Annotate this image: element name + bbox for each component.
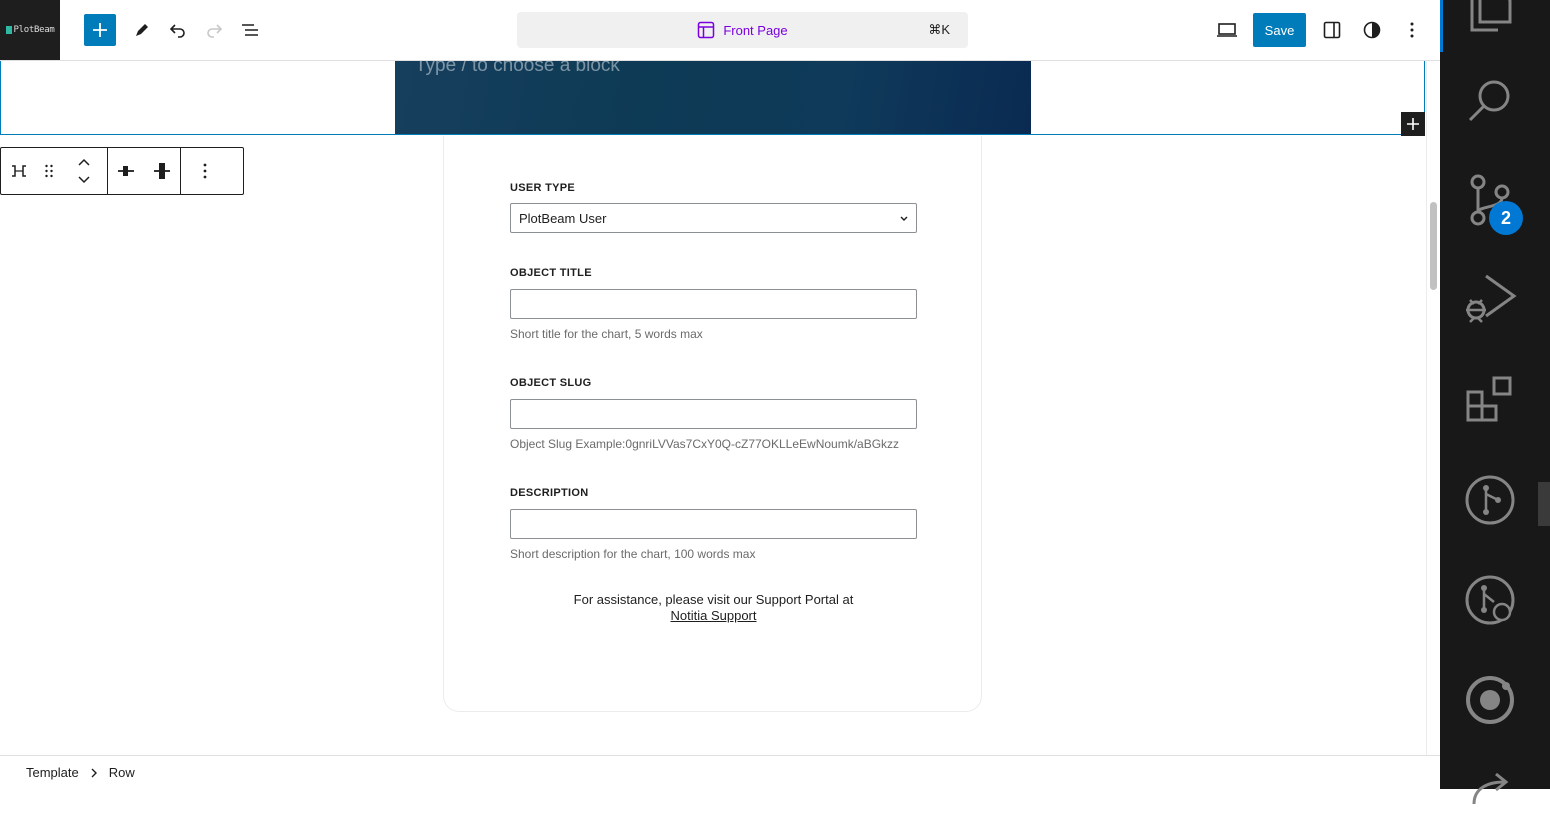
assistance-note: For assistance, please visit our Support… [444, 592, 983, 624]
block-toolbar-group-move [1, 148, 108, 194]
cover-block[interactable]: Type / to choose a block [395, 61, 1031, 134]
breadcrumb-item-row[interactable]: Row [109, 765, 135, 780]
files-icon [1470, 0, 1512, 32]
object-title-help: Short title for the chart, 5 words max [510, 327, 703, 341]
document-overview-button[interactable] [234, 14, 266, 46]
justify-left-button[interactable] [108, 148, 144, 194]
layout-icon [698, 21, 715, 39]
user-type-value: PlotBeam User [519, 210, 607, 226]
block-options-button[interactable] [181, 148, 229, 194]
document-title-text: Front Page [723, 22, 788, 38]
undo-button[interactable] [162, 14, 194, 46]
pencil-icon [136, 24, 148, 36]
row-icon [12, 165, 26, 177]
object-title-input[interactable] [510, 289, 917, 319]
run-debug-icon [1466, 274, 1517, 323]
block-toolbar-group-justify [108, 148, 181, 194]
command-shortcut: ⌘K [928, 22, 950, 37]
editor-header: PlotBeam Front Page ⌘K Save [0, 0, 1440, 61]
settings-sidebar-button[interactable] [1316, 14, 1348, 46]
selected-row-block[interactable]: Type / to choose a block [0, 61, 1425, 135]
active-indicator [1440, 0, 1443, 52]
canvas-scrollbar[interactable] [1426, 61, 1440, 755]
desktop-icon [1217, 23, 1237, 37]
block-inserter-button[interactable] [84, 14, 116, 46]
ionic-button[interactable] [1462, 672, 1518, 728]
description-label: DESCRIPTION [510, 487, 589, 499]
chevron-up-icon[interactable] [77, 158, 91, 168]
more-vertical-icon [203, 163, 207, 179]
canvas-scrollbar-thumb[interactable] [1430, 202, 1437, 290]
contrast-icon [1363, 21, 1381, 39]
run-debug-button[interactable] [1462, 270, 1518, 326]
plus-icon [1407, 118, 1419, 130]
plus-icon [93, 23, 107, 37]
search-button[interactable] [1462, 72, 1518, 128]
styles-button[interactable] [1356, 14, 1388, 46]
site-logo-mark [5, 26, 12, 34]
breadcrumb: Template Row [0, 755, 1440, 789]
cover-placeholder[interactable]: Type / to choose a block [415, 61, 620, 77]
more-vertical-icon [1410, 22, 1414, 38]
move-buttons [61, 148, 107, 194]
search-icon [1468, 80, 1510, 122]
breadcrumb-item-template[interactable]: Template [26, 765, 79, 780]
justify-left-icon [118, 166, 134, 176]
user-type-select[interactable]: PlotBeam User [510, 203, 917, 233]
block-toolbar [0, 147, 244, 195]
row-transform-button[interactable] [1, 148, 37, 194]
site-logo-text: PlotBeam [13, 25, 55, 35]
object-title-label: OBJECT TITLE [510, 267, 592, 279]
command-palette-bar[interactable]: Front Page ⌘K [517, 12, 968, 48]
activity-scrollbar[interactable] [1538, 482, 1550, 526]
extensions-button[interactable] [1462, 372, 1518, 428]
share-icon [1472, 772, 1509, 805]
submission-form-card: USER TYPE PlotBeam User OBJECT TITLE Sho… [443, 136, 982, 712]
git-graph-icon [1465, 475, 1515, 525]
object-slug-help: Object Slug Example:0gnriLVVas7CxY0Q-cZ7… [510, 437, 900, 451]
ionic-icon [1466, 676, 1514, 724]
chevron-right-icon [91, 768, 97, 777]
block-toolbar-group-options [181, 148, 229, 194]
save-button[interactable]: Save [1253, 13, 1306, 47]
redo-icon [207, 24, 223, 38]
drag-handle[interactable] [37, 148, 61, 194]
source-control-badge: 2 [1489, 201, 1523, 235]
preview-button[interactable] [1211, 14, 1243, 46]
align-center-icon [154, 163, 170, 179]
description-input[interactable] [510, 509, 917, 539]
sidebar-icon [1323, 21, 1341, 39]
activity-bar: 2 [1440, 0, 1550, 805]
git-history-button[interactable] [1462, 572, 1518, 628]
support-link[interactable]: Notitia Support [671, 608, 757, 623]
chevron-down-icon[interactable] [77, 174, 91, 184]
list-view-icon [242, 24, 258, 36]
remote-button[interactable] [1462, 762, 1518, 818]
git-graph-button[interactable] [1462, 472, 1518, 528]
object-slug-label: OBJECT SLUG [510, 377, 592, 389]
site-icon-button[interactable]: PlotBeam [0, 0, 60, 60]
explorer-button[interactable] [1462, 0, 1518, 40]
document-title: Front Page [697, 21, 788, 39]
vertical-alignment-button[interactable] [144, 148, 180, 194]
redo-button[interactable] [198, 14, 230, 46]
assistance-text: For assistance, please visit our Support… [573, 592, 854, 607]
git-history-icon [1465, 575, 1515, 625]
chevron-down-icon [900, 216, 908, 221]
append-block-button[interactable] [1401, 112, 1425, 136]
description-help: Short description for the chart, 100 wor… [510, 547, 756, 561]
user-type-label: USER TYPE [510, 182, 576, 194]
drag-icon [45, 164, 53, 178]
block-editor: PlotBeam Front Page ⌘K Save Type / to ch… [0, 0, 1440, 789]
object-slug-input[interactable] [510, 399, 917, 429]
extensions-icon [1466, 376, 1512, 422]
editor-canvas: Type / to choose a block USER TYPE PlotB… [0, 61, 1426, 755]
tools-button[interactable] [126, 14, 158, 46]
undo-icon [169, 24, 185, 38]
options-button[interactable] [1396, 14, 1428, 46]
